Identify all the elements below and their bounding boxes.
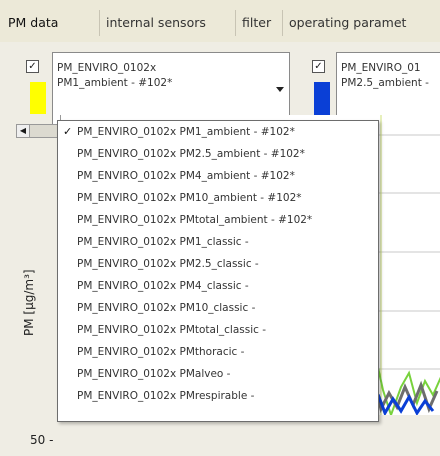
dropdown-item-label: PM_ENVIRO_0102x PMrespirable - — [77, 390, 255, 402]
dropdown-item[interactable]: PM_ENVIRO_0102x PM4_ambient - #102* — [58, 165, 376, 187]
sensor-2-name: PM_ENVIRO_01 — [341, 62, 421, 74]
sensor-1-name: PM_ENVIRO_0102x — [57, 62, 157, 74]
tab-filter[interactable]: filter — [235, 10, 277, 36]
dropdown-item-label: PM_ENVIRO_0102x PM2.5_ambient - #102* — [77, 148, 305, 160]
dropdown-item[interactable]: PM_ENVIRO_0102x PM10_ambient - #102* — [58, 187, 376, 209]
dropdown-item[interactable]: PM_ENVIRO_0102x PM2.5_classic - — [58, 253, 376, 275]
dropdown-item[interactable]: PM_ENVIRO_0102x PM4_classic - — [58, 275, 376, 297]
sensor-1-color-swatch[interactable] — [30, 82, 46, 114]
y-axis-label: PM [µg/m³] — [22, 269, 36, 336]
sensor-1-checkbox[interactable]: ✓ — [26, 60, 39, 73]
dropdown-item[interactable]: PM_ENVIRO_0102x PMtotal_ambient - #102* — [58, 209, 376, 231]
dropdown-item-label: PM_ENVIRO_0102x PMtotal_ambient - #102* — [77, 214, 313, 226]
dropdown-item[interactable]: PM_ENVIRO_0102x PM1_classic - — [58, 231, 376, 253]
dropdown-item[interactable]: PM_ENVIRO_0102x PMthoracic - — [58, 341, 376, 363]
tab-operating-parameters[interactable]: operating paramet — [282, 10, 412, 36]
dropdown-item-label: PM_ENVIRO_0102x PMtotal_classic - — [77, 324, 267, 336]
dropdown-item[interactable]: PM_ENVIRO_0102x PMrespirable - — [58, 385, 376, 407]
dropdown-item-label: PM_ENVIRO_0102x PM4_classic - — [77, 280, 249, 292]
sensor-1-dropdown-arrow-icon[interactable] — [276, 87, 284, 92]
dropdown-item-label: PM_ENVIRO_0102x PM10_classic - — [77, 302, 256, 314]
tab-pm-data[interactable]: PM data — [2, 10, 64, 36]
dropdown-item-label: PM_ENVIRO_0102x PM4_ambient - #102* — [77, 170, 295, 182]
dropdown-item[interactable]: PM_ENVIRO_0102x PM10_classic - — [58, 297, 376, 319]
dropdown-item-label: PM_ENVIRO_0102x PMalveo - — [77, 368, 231, 380]
dropdown-item-label: PM_ENVIRO_0102x PM10_ambient - #102* — [77, 192, 302, 204]
sensor-1-channel: PM1_ambient - #102* — [57, 77, 173, 89]
selected-check-icon: ✓ — [63, 125, 73, 138]
tab-internal-sensors[interactable]: internal sensors — [99, 10, 212, 36]
dropdown-item[interactable]: ✓ PM_ENVIRO_0102x PM1_ambient - #102* — [58, 121, 376, 143]
dropdown-item[interactable]: PM_ENVIRO_0102x PMalveo - — [58, 363, 376, 385]
dropdown-item-label: PM_ENVIRO_0102x PMthoracic - — [77, 346, 245, 358]
dropdown-item-label: PM_ENVIRO_0102x PM1_classic - — [77, 236, 249, 248]
dropdown-item[interactable]: PM_ENVIRO_0102x PM2.5_ambient - #102* — [58, 143, 376, 165]
sensor-2-channel: PM2.5_ambient - — [341, 77, 429, 89]
dropdown-item-label: PM_ENVIRO_0102x PM2.5_classic - — [77, 258, 259, 270]
scroll-left-arrow-icon[interactable]: ◀ — [17, 125, 30, 137]
sensor-2-checkbox[interactable]: ✓ — [312, 60, 325, 73]
sensor-channel-dropdown[interactable]: ✓ PM_ENVIRO_0102x PM1_ambient - #102* PM… — [57, 120, 379, 422]
dropdown-item[interactable]: PM_ENVIRO_0102x PMtotal_classic - — [58, 319, 376, 341]
y-tick-50: 50 - — [30, 433, 54, 447]
dropdown-item-label: PM_ENVIRO_0102x PM1_ambient - #102* — [77, 126, 295, 138]
tab-bar: PM data internal sensors filter operatin… — [0, 0, 440, 43]
